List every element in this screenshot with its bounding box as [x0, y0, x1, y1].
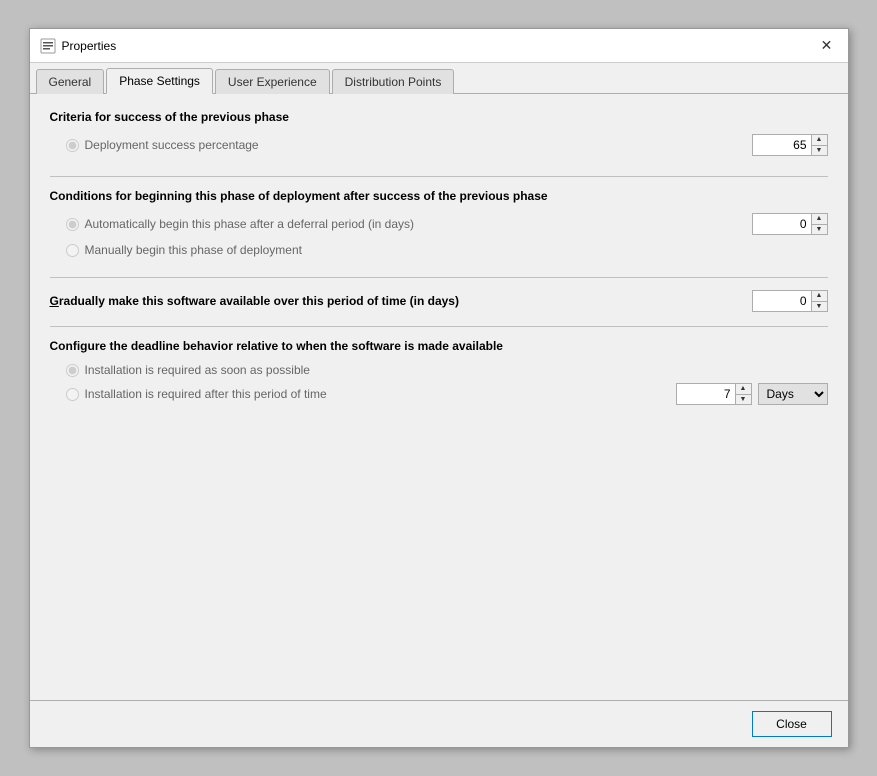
section-deadline-title: Configure the deadline behavior relative…: [50, 339, 828, 353]
title-bar-left: Properties: [40, 38, 117, 54]
spin-deferral-days[interactable]: 0 ▲ ▼: [752, 213, 828, 235]
section-gradual: Gradually make this software available o…: [50, 290, 828, 312]
gradual-days-input[interactable]: 0: [752, 290, 812, 312]
success-percentage-up[interactable]: ▲: [812, 135, 827, 146]
option-auto-begin-label: Automatically begin this phase after a d…: [85, 217, 415, 231]
divider-2: [50, 277, 828, 278]
success-percentage-spinbuttons: ▲ ▼: [812, 134, 828, 156]
radio-manual-begin[interactable]: [66, 244, 79, 257]
gradual-underline: G: [50, 294, 59, 308]
spin-gradual-days[interactable]: 0 ▲ ▼: [752, 290, 828, 312]
spin-success-percentage[interactable]: 65 ▲ ▼: [752, 134, 828, 156]
option-asap-label: Installation is required as soon as poss…: [85, 363, 310, 377]
option-asap[interactable]: Installation is required as soon as poss…: [50, 363, 828, 377]
tab-phase-settings[interactable]: Phase Settings: [106, 68, 213, 94]
option-deployment-success-label: Deployment success percentage: [85, 138, 259, 152]
dialog-title: Properties: [62, 39, 117, 53]
deferral-days-down[interactable]: ▼: [812, 225, 827, 235]
deferral-days-up[interactable]: ▲: [812, 214, 827, 225]
deferral-days-input[interactable]: 0: [752, 213, 812, 235]
option-deployment-success[interactable]: Deployment success percentage: [66, 138, 259, 152]
radio-deployment-success[interactable]: [66, 139, 79, 152]
properties-icon: [40, 38, 56, 54]
deadline-period-unit-dropdown[interactable]: Days Weeks Months: [758, 383, 828, 405]
deadline-period-controls: 7 ▲ ▼ Days Weeks Months: [676, 383, 828, 405]
gradual-days-down[interactable]: ▼: [812, 302, 827, 312]
success-percentage-input[interactable]: 65: [752, 134, 812, 156]
tab-content: Criteria for success of the previous pha…: [30, 94, 848, 700]
success-percentage-down[interactable]: ▼: [812, 146, 827, 156]
option-manual-begin[interactable]: Manually begin this phase of deployment: [50, 243, 828, 257]
option-after-period-label: Installation is required after this peri…: [85, 387, 327, 401]
gradual-days-up[interactable]: ▲: [812, 291, 827, 302]
tab-general[interactable]: General: [36, 69, 105, 94]
dialog-footer: Close: [30, 700, 848, 747]
deadline-period-down[interactable]: ▼: [736, 395, 751, 405]
section-criteria: Criteria for success of the previous pha…: [50, 110, 828, 156]
tab-user-experience[interactable]: User Experience: [215, 69, 330, 94]
deadline-period-up[interactable]: ▲: [736, 384, 751, 395]
tab-distribution-points[interactable]: Distribution Points: [332, 69, 455, 94]
radio-asap[interactable]: [66, 364, 79, 377]
section-conditions-title: Conditions for beginning this phase of d…: [50, 189, 828, 203]
option-auto-begin[interactable]: Automatically begin this phase after a d…: [66, 217, 415, 231]
window-close-button[interactable]: ✕: [816, 35, 838, 57]
radio-auto-begin[interactable]: [66, 218, 79, 231]
option-manual-begin-label: Manually begin this phase of deployment: [85, 243, 302, 257]
section-deadline: Configure the deadline behavior relative…: [50, 339, 828, 405]
option-after-period[interactable]: Installation is required after this peri…: [66, 387, 327, 401]
radio-after-period[interactable]: [66, 388, 79, 401]
deadline-period-input[interactable]: 7: [676, 383, 736, 405]
deferral-days-spinbuttons: ▲ ▼: [812, 213, 828, 235]
section-criteria-title: Criteria for success of the previous pha…: [50, 110, 828, 124]
title-bar: Properties ✕: [30, 29, 848, 63]
close-button[interactable]: Close: [752, 711, 832, 737]
tab-bar: General Phase Settings User Experience D…: [30, 63, 848, 94]
gradual-days-spinbuttons: ▲ ▼: [812, 290, 828, 312]
section-conditions: Conditions for beginning this phase of d…: [50, 189, 828, 257]
divider-1: [50, 176, 828, 177]
deadline-period-spinbuttons: ▲ ▼: [736, 383, 752, 405]
spin-deadline-period[interactable]: 7 ▲ ▼: [676, 383, 752, 405]
gradual-availability-label: Gradually make this software available o…: [50, 294, 459, 308]
properties-dialog: Properties ✕ General Phase Settings User…: [29, 28, 849, 748]
divider-3: [50, 326, 828, 327]
